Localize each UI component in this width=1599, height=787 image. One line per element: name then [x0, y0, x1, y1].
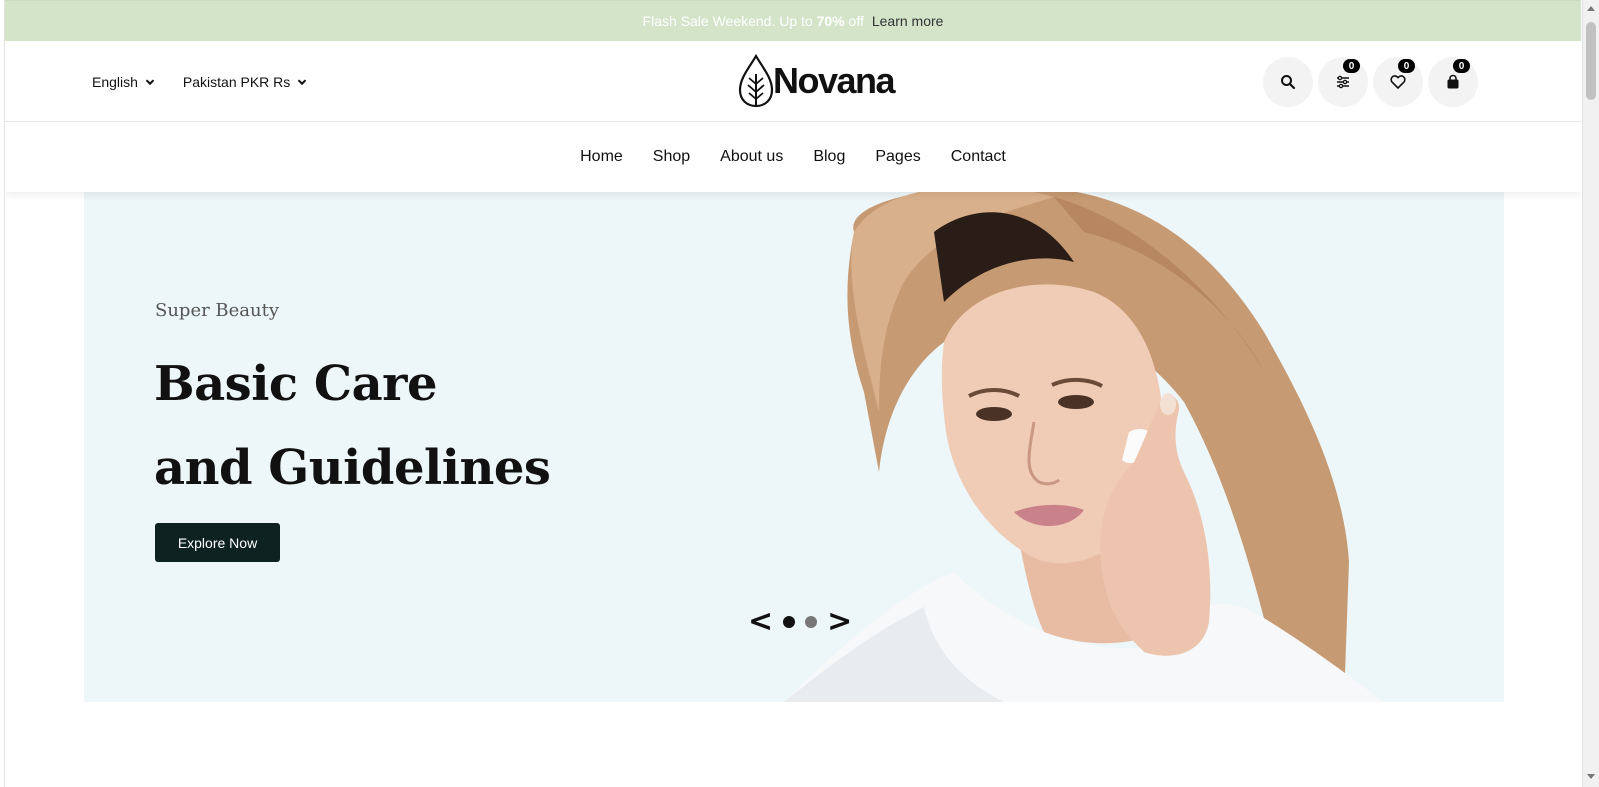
nav-item-home[interactable]: Home	[580, 148, 623, 166]
slider-dot[interactable]	[805, 616, 818, 628]
vertical-scrollbar[interactable]	[1582, 0, 1599, 787]
hero-subtitle: Super Beauty	[155, 300, 280, 321]
leaf-drop-logo-icon	[738, 54, 774, 108]
explore-now-button[interactable]: Explore Now	[155, 523, 280, 562]
header-actions: 0 0 0	[1263, 57, 1478, 107]
nav-item-pages[interactable]: Pages	[875, 148, 920, 166]
cart-button[interactable]: 0	[1428, 57, 1478, 107]
cart-count-badge: 0	[1453, 59, 1470, 73]
hero-slider: Super Beauty Basic Care and Guidelines E…	[84, 192, 1504, 702]
chevron-down-icon	[298, 78, 307, 85]
hero-title-line-2: and Guidelines	[154, 440, 551, 496]
site-logo[interactable]: Novana	[737, 53, 896, 109]
compare-count-badge: 0	[1343, 59, 1360, 73]
main-navigation: Home Shop About us Blog Pages Contact	[5, 122, 1581, 192]
scrollbar-thumb[interactable]	[1586, 22, 1596, 100]
scroll-down-arrow-icon[interactable]	[1587, 774, 1595, 779]
slider-controls: < >	[748, 607, 852, 637]
logo-wordmark: Novana	[773, 60, 896, 101]
hero-title-line-1: Basic Care	[154, 356, 438, 412]
wishlist-button[interactable]: 0	[1373, 57, 1423, 107]
announcement-bar: Flash Sale Weekend. Up to 70% off Learn …	[5, 0, 1581, 41]
compare-icon	[1337, 75, 1349, 89]
cart-icon	[1447, 74, 1459, 89]
chevron-down-icon	[145, 78, 155, 85]
learn-more-link[interactable]: Learn more	[872, 13, 944, 29]
site-header: English Pakistan PKR Rs Novana 0 0 0	[5, 41, 1581, 122]
announcement-text: Flash Sale Weekend. Up to 70% off	[642, 13, 864, 29]
compare-button[interactable]: 0	[1318, 57, 1368, 107]
nav-item-contact[interactable]: Contact	[951, 148, 1006, 166]
hero-model-image	[784, 192, 1384, 702]
locale-selectors: English Pakistan PKR Rs	[92, 41, 307, 122]
language-selector[interactable]: English	[92, 74, 155, 90]
nav-item-shop[interactable]: Shop	[653, 148, 690, 166]
currency-selector[interactable]: Pakistan PKR Rs	[183, 74, 307, 90]
slider-next-button[interactable]: >	[827, 607, 852, 637]
wishlist-count-badge: 0	[1398, 59, 1415, 73]
wishlist-icon	[1390, 75, 1406, 90]
search-icon	[1281, 75, 1296, 90]
language-label: English	[92, 73, 138, 90]
browser-page: Flash Sale Weekend. Up to 70% off Learn …	[0, 0, 1599, 787]
currency-label: Pakistan PKR Rs	[182, 73, 291, 90]
scroll-up-arrow-icon[interactable]	[1587, 6, 1595, 11]
slider-prev-button[interactable]: <	[748, 607, 773, 637]
slider-dot-active[interactable]	[783, 616, 796, 628]
search-button[interactable]	[1263, 57, 1313, 107]
nav-item-blog[interactable]: Blog	[813, 148, 845, 166]
page-viewport: Flash Sale Weekend. Up to 70% off Learn …	[4, 0, 1581, 787]
hero-title: Basic Care and Guidelines	[154, 342, 551, 510]
nav-item-about-us[interactable]: About us	[720, 148, 783, 166]
